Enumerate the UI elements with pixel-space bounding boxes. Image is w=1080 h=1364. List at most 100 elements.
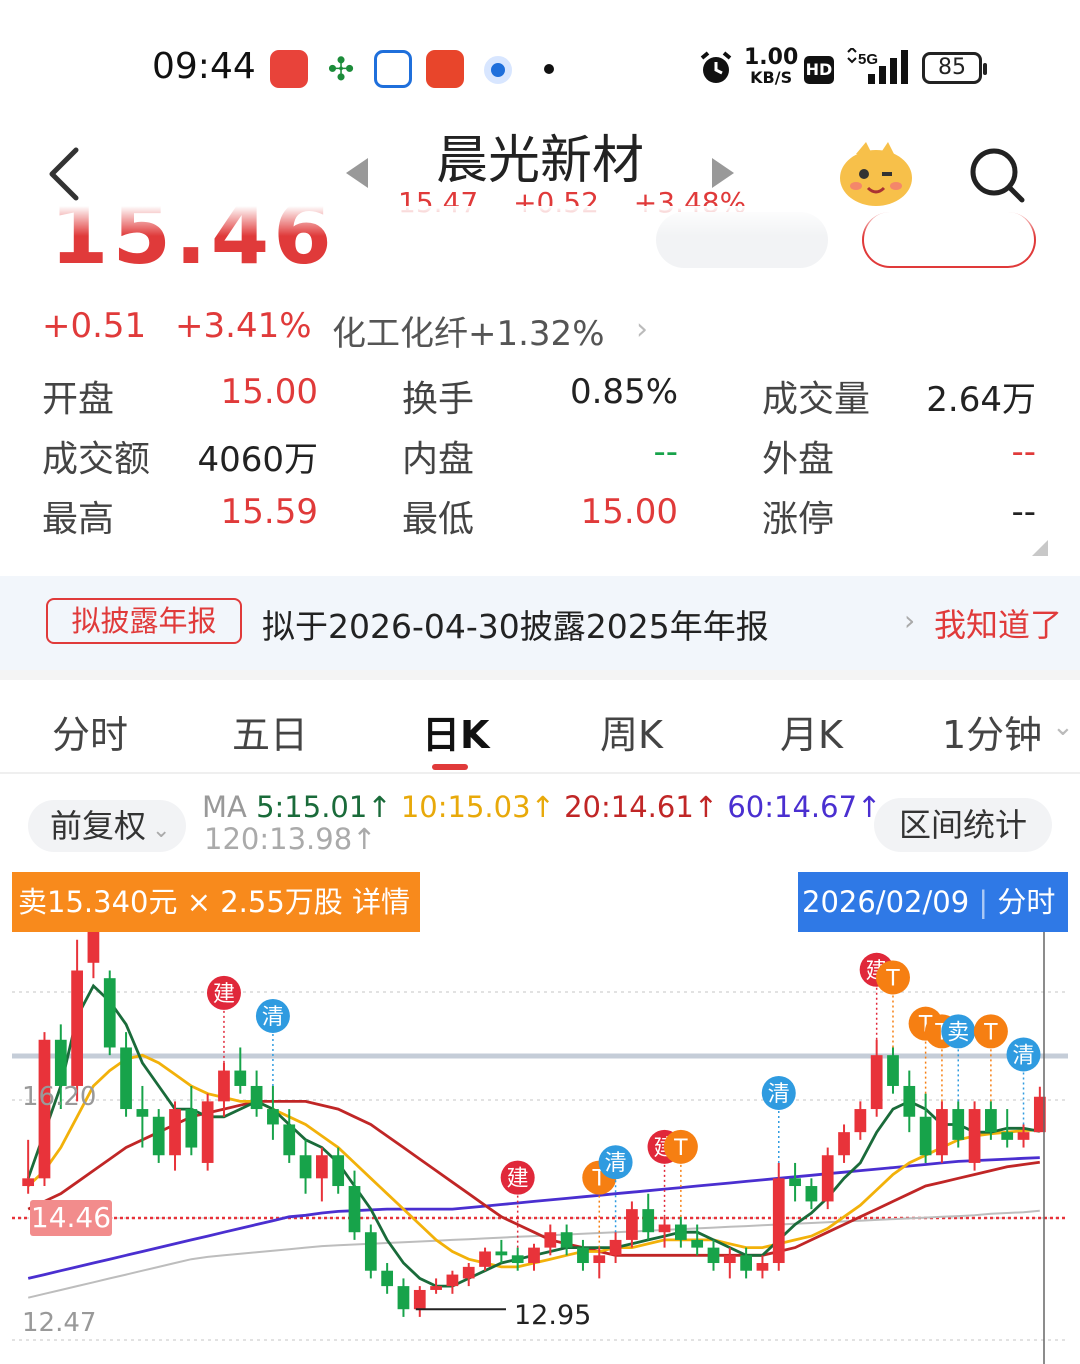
expand-corner-icon[interactable]	[1032, 540, 1048, 556]
candle-body	[299, 1155, 312, 1179]
candle-body	[985, 1109, 997, 1133]
candle-body	[511, 1255, 524, 1264]
candle-body	[723, 1255, 736, 1264]
quote-value: 15.00	[220, 372, 318, 412]
dot-icon	[544, 64, 554, 74]
candle-body	[315, 1155, 328, 1179]
candle-body	[185, 1109, 198, 1148]
price-change-pct: +3.41%	[175, 306, 312, 346]
status-time: 09:44	[152, 46, 256, 87]
next-stock-icon[interactable]	[712, 158, 734, 188]
candle-body	[740, 1255, 753, 1271]
candle-body	[446, 1274, 459, 1287]
notes-app-icon	[270, 50, 308, 88]
candle-body	[348, 1186, 361, 1233]
tab-daily-k[interactable]: 日K	[422, 704, 489, 759]
acknowledge-button[interactable]: 我知道了	[934, 600, 1062, 646]
notice-tag: 拟披露年报	[46, 598, 242, 644]
candle-body	[87, 932, 100, 963]
quote-label: 外盘	[762, 439, 835, 480]
quote-value: --	[1011, 492, 1036, 532]
axis-lower-label: 12.47	[22, 1308, 97, 1338]
hd-badge: HD	[804, 56, 834, 84]
trade-marker-label: 清	[768, 1082, 790, 1107]
quote-label: 成交量	[762, 379, 871, 420]
candle-body	[789, 1178, 801, 1187]
candle-body	[479, 1251, 491, 1267]
candle-body	[821, 1155, 834, 1202]
candle-body	[903, 1085, 916, 1117]
tab-one-minute[interactable]: 1分钟	[942, 704, 1042, 759]
candle-body	[103, 978, 116, 1048]
candle-body	[854, 1109, 867, 1133]
trade-marker-label: T	[673, 1136, 688, 1161]
candle-body	[234, 1070, 247, 1086]
current-price-tag: 14.46	[30, 1200, 112, 1236]
bank-app-icon	[374, 50, 412, 88]
network-label: 5G	[858, 51, 878, 68]
quote-label: 涨停	[762, 499, 835, 540]
quote-label: 成交额	[42, 439, 151, 480]
candle-body	[22, 1178, 35, 1187]
chevron-right-icon: ›	[1068, 885, 1080, 919]
candle-body	[218, 1070, 230, 1102]
tab-weekly-k[interactable]: 周K	[600, 704, 663, 759]
trade-marker-label: 清	[262, 1005, 284, 1030]
tab-five-day[interactable]: 五日	[232, 704, 308, 759]
candle-body	[544, 1232, 557, 1248]
game-app-icon	[426, 50, 464, 88]
intraday-link[interactable]: 分时	[997, 885, 1055, 919]
candle-body	[397, 1286, 410, 1310]
candle-body	[413, 1289, 426, 1310]
active-tab-indicator	[432, 764, 468, 770]
railway-app-icon: ✣	[327, 50, 355, 88]
candle-body	[381, 1270, 394, 1287]
industry-link[interactable]: 化工化纤+1.32%	[332, 306, 605, 355]
tab-intraday[interactable]: 分时	[52, 704, 128, 759]
candle-body	[169, 1109, 181, 1156]
quote-label: 内盘	[402, 439, 475, 480]
trade-marker-label: T	[885, 966, 900, 991]
candle-body	[887, 1055, 899, 1086]
quote-value: --	[1011, 432, 1036, 472]
quote-value: 4060万	[197, 440, 318, 480]
date-banner[interactable]: 2026/02/09 | 分时 ›	[798, 872, 1080, 932]
trade-marker-label: 清	[605, 1151, 627, 1176]
candle-body	[364, 1232, 377, 1271]
quote-label: 换手	[402, 379, 475, 420]
candle-body	[201, 1101, 214, 1163]
candle-body	[54, 1039, 67, 1086]
net-speed: 1.00 KB/S	[744, 45, 799, 88]
candle-body	[936, 1109, 948, 1156]
chevron-down-icon: ⌄	[152, 818, 171, 843]
candle-body	[952, 1109, 965, 1140]
trade-marker-label: 建	[507, 1167, 529, 1192]
low-marker-label: 12.95	[514, 1300, 592, 1331]
notice-text[interactable]: 拟于2026-04-30披露2025年年报	[262, 600, 769, 648]
candlestick-chart[interactable]: 建清建T清建T清建TTT卖T清	[12, 872, 1068, 1364]
quote-label: 最高	[42, 499, 115, 540]
candle-body	[430, 1286, 442, 1290]
ma-legend: MA 5:15.01↑ 10:15.03↑ 20:14.61↑ 60:14.67…	[202, 790, 882, 824]
status-bar: 09:44 ✣ 1.00 KB/S HD 5G 85	[0, 0, 1080, 120]
trade-marker-label: T	[983, 1020, 998, 1045]
battery-icon: 85	[922, 52, 987, 84]
tab-monthly-k[interactable]: 月K	[780, 704, 843, 759]
candle-body	[528, 1247, 540, 1264]
candle-body	[267, 1109, 279, 1125]
range-stats-button[interactable]: 区间统计	[874, 798, 1052, 852]
candle-body	[772, 1178, 785, 1264]
sell-detail-banner[interactable]: 卖15.340元 × 2.55万股 详情	[12, 872, 420, 932]
candle-body	[626, 1209, 638, 1240]
trade-marker-label: 清	[1013, 1043, 1035, 1068]
mascot-icon[interactable]	[836, 138, 916, 208]
adjust-selector[interactable]: 前复权 ⌄	[28, 800, 186, 852]
ma120-legend: 120:13.98↑	[204, 822, 377, 856]
chevron-down-icon[interactable]: ⌄	[1052, 712, 1074, 742]
alarm-icon	[700, 51, 732, 83]
stock-name: 晨光新材	[435, 131, 644, 191]
search-icon[interactable]	[968, 146, 1026, 204]
candle-body	[838, 1132, 850, 1156]
quote-value: --	[653, 432, 678, 472]
candle-body	[577, 1247, 589, 1264]
